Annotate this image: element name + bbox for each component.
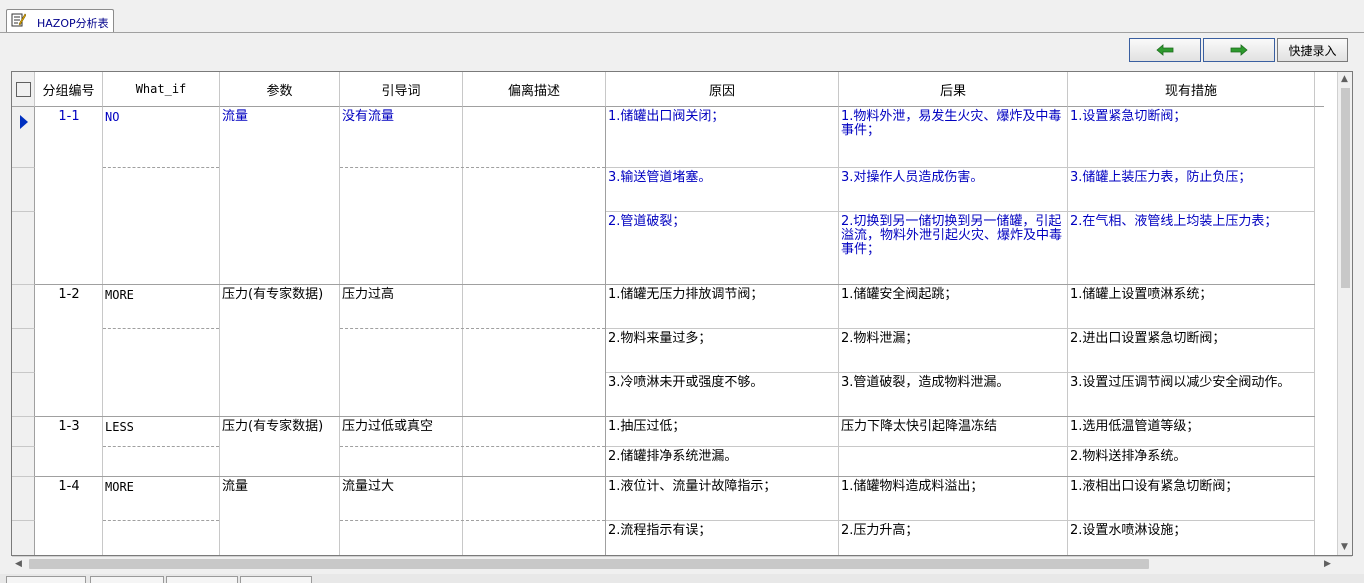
cell-what-if[interactable]: NO <box>103 107 219 167</box>
bottom-tab[interactable] <box>6 576 86 583</box>
cell-cause[interactable]: 3.输送管道堵塞。 <box>606 168 838 211</box>
cell-what-if[interactable]: LESS <box>103 417 219 446</box>
cell-group-id[interactable]: 1-3 <box>35 417 103 446</box>
cell-group-id[interactable]: 1-1 <box>35 107 103 167</box>
cell-what-if[interactable]: MORE <box>103 285 219 328</box>
cell-measure[interactable]: 2.物料送排净系统。 <box>1068 447 1314 476</box>
cell-measure[interactable]: 2.进出口设置紧急切断阀； <box>1068 329 1314 372</box>
horizontal-scrollbar[interactable]: ◀ ▶ <box>12 556 1352 571</box>
cell-measure[interactable]: 1.储罐上设置喷淋系统； <box>1068 285 1314 328</box>
cell-group-id[interactable]: 1-2 <box>35 285 103 328</box>
vertical-scroll-thumb[interactable] <box>1341 88 1350 288</box>
bottom-tab[interactable] <box>166 576 238 583</box>
previous-button[interactable] <box>1129 38 1201 62</box>
next-button[interactable] <box>1203 38 1275 62</box>
cell-cause[interactable]: 1.储罐出口阀关闭； <box>606 107 838 167</box>
bottom-tab-strip <box>0 574 1364 583</box>
cell-measure[interactable]: 3.储罐上装压力表，防止负压； <box>1068 168 1314 211</box>
document-tab-strip: HAZOP分析表 <box>0 0 1364 33</box>
tab-title: HAZOP分析表 <box>37 17 109 30</box>
cell-consequence[interactable]: 2.物料泄漏； <box>839 329 1067 372</box>
row-selector[interactable] <box>12 329 35 373</box>
tab-hazop-table[interactable]: HAZOP分析表 <box>6 9 114 32</box>
column-header-measures[interactable]: 现有措施 <box>1068 72 1315 107</box>
row-selector[interactable] <box>12 417 35 447</box>
cell-guide-word[interactable]: 流量过大 <box>340 477 462 520</box>
column-header-filler <box>1315 72 1324 107</box>
cell-guide-word[interactable]: 没有流量 <box>340 107 462 167</box>
select-all-corner[interactable] <box>12 72 35 107</box>
row-selector[interactable] <box>12 447 35 477</box>
cell-measure[interactable]: 2.设置水喷淋设施； <box>1068 521 1314 555</box>
column-header-parameter[interactable]: 参数 <box>220 72 340 107</box>
cell-consequence[interactable]: 3.对操作人员造成伤害。 <box>839 168 1067 211</box>
cell-cause[interactable]: 2.物料来量过多； <box>606 329 838 372</box>
cell-cause[interactable]: 1.储罐无压力排放调节阀； <box>606 285 838 328</box>
cell-measure[interactable]: 3.设置过压调节阀以减少安全阀动作。 <box>1068 373 1314 416</box>
row-selector[interactable] <box>12 107 35 168</box>
column-header-guide-word[interactable]: 引导词 <box>340 72 463 107</box>
arrow-left-icon <box>1156 44 1174 56</box>
cell-parameter[interactable]: 压力(有专家数据) <box>220 417 339 446</box>
edit-document-icon <box>11 13 26 27</box>
vertical-scrollbar[interactable]: ▲ ▼ <box>1337 72 1352 555</box>
column-header-what-if[interactable]: What_if <box>103 72 220 107</box>
cell-cause[interactable]: 2.储罐排净系统泄漏。 <box>606 447 838 476</box>
cell-consequence[interactable]: 压力下降太快引起降温冻结 <box>839 417 1067 446</box>
column-header-cause[interactable]: 原因 <box>606 72 839 107</box>
scroll-up-icon[interactable]: ▲ <box>1341 74 1348 84</box>
column-header-deviation[interactable]: 偏离描述 <box>463 72 606 107</box>
scroll-down-icon[interactable]: ▼ <box>1341 542 1348 552</box>
row-selector[interactable] <box>12 212 35 285</box>
row-selector[interactable] <box>12 477 35 521</box>
cell-consequence[interactable]: 1.物料外泄，易发生火灾、爆炸及中毒事件； <box>839 107 1067 167</box>
column-header-consequence[interactable]: 后果 <box>839 72 1068 107</box>
cell-group-id[interactable]: 1-4 <box>35 477 103 520</box>
cell-consequence[interactable]: 1.储罐物料造成料溢出； <box>839 477 1067 520</box>
cell-consequence[interactable]: 3.管道破裂，造成物料泄漏。 <box>839 373 1067 416</box>
row-selector[interactable] <box>12 285 35 329</box>
bottom-tab[interactable] <box>240 576 312 583</box>
cell-cause[interactable]: 1.抽压过低； <box>606 417 838 446</box>
cell-measure[interactable]: 1.设置紧急切断阀； <box>1068 107 1314 167</box>
cell-measure[interactable]: 2.在气相、液管线上均装上压力表； <box>1068 212 1314 284</box>
arrow-right-icon <box>1230 44 1248 56</box>
row-selector[interactable] <box>12 168 35 212</box>
scroll-right-icon[interactable]: ▶ <box>1324 559 1331 569</box>
cell-cause[interactable]: 1.液位计、流量计故障指示； <box>606 477 838 520</box>
column-header-group-id[interactable]: 分组编号 <box>35 72 103 107</box>
cell-parameter[interactable]: 流量 <box>220 107 339 167</box>
hazop-window: HAZOP分析表 快捷录入 分组编号 What_if 参数 引导词 偏离描述 原… <box>0 0 1364 583</box>
bottom-tab[interactable] <box>90 576 164 583</box>
scroll-left-icon[interactable]: ◀ <box>15 559 22 569</box>
cell-cause[interactable]: 2.管道破裂； <box>606 212 838 284</box>
cell-consequence[interactable] <box>839 447 1067 476</box>
quick-entry-button[interactable]: 快捷录入 <box>1277 38 1348 62</box>
cell-parameter[interactable]: 流量 <box>220 477 339 520</box>
current-row-pointer-icon <box>20 115 28 129</box>
cell-what-if[interactable]: MORE <box>103 477 219 520</box>
cell-consequence[interactable]: 2.切换到另一储切换到另一储罐，引起溢流，物料外泄引起火灾、爆炸及中毒事件； <box>839 212 1067 284</box>
hazop-grid[interactable]: 分组编号 What_if 参数 引导词 偏离描述 原因 后果 现有措施 1-1 … <box>11 71 1353 556</box>
cell-consequence[interactable]: 1.储罐安全阀起跳； <box>839 285 1067 328</box>
cell-cause[interactable]: 2.流程指示有误； <box>606 521 838 555</box>
row-selector[interactable] <box>12 373 35 417</box>
cell-consequence[interactable]: 2.压力升高； <box>839 521 1067 555</box>
cell-measure[interactable]: 1.选用低温管道等级； <box>1068 417 1314 446</box>
row-selector[interactable] <box>12 521 35 555</box>
cell-guide-word[interactable]: 压力过高 <box>340 285 462 328</box>
cell-guide-word[interactable]: 压力过低或真空 <box>340 417 462 446</box>
cell-measure[interactable]: 1.液相出口设有紧急切断阀； <box>1068 477 1314 520</box>
horizontal-scroll-thumb[interactable] <box>29 559 1149 569</box>
cell-cause[interactable]: 3.冷喷淋未开或强度不够。 <box>606 373 838 416</box>
cell-parameter[interactable]: 压力(有专家数据) <box>220 285 339 328</box>
